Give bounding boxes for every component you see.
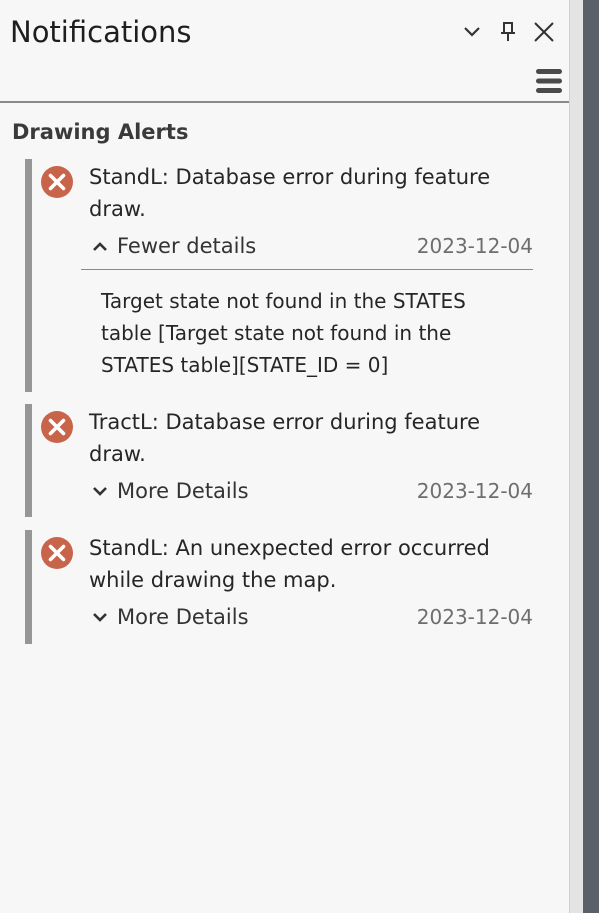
chevron-down-icon <box>93 487 107 496</box>
more-details-toggle[interactable]: More Details <box>89 602 249 632</box>
toggle-label: Fewer details <box>117 234 257 258</box>
severity-bar <box>25 159 32 392</box>
notification-message: TractL: Database error during feature dr… <box>89 410 481 466</box>
notifications-pane: Notifications Drawing Alerts StandL: Dat… <box>0 0 570 913</box>
options-menu-button[interactable] <box>533 66 565 96</box>
close-button[interactable] <box>530 18 558 46</box>
splitter[interactable] <box>570 0 583 913</box>
header-divider <box>0 101 569 103</box>
adjacent-window-edge <box>583 0 599 913</box>
notification-details: Target state not found in the STATES tab… <box>101 289 466 377</box>
chevron-down-icon <box>93 613 107 622</box>
details-row: More Details 2023-12-04 <box>89 602 533 632</box>
close-icon <box>534 22 554 42</box>
hamburger-menu-icon <box>536 69 562 93</box>
toggle-label: More Details <box>117 605 249 629</box>
pane-title: Notifications <box>10 15 192 49</box>
section-title: Drawing Alerts <box>12 120 189 144</box>
notification-message: StandL: Database error during feature dr… <box>89 165 491 221</box>
more-details-toggle[interactable]: More Details <box>89 476 249 506</box>
dropdown-button[interactable] <box>458 18 486 46</box>
notification-date: 2023-12-04 <box>416 234 533 258</box>
details-row: More Details 2023-12-04 <box>89 476 533 506</box>
chevron-down-icon <box>464 27 480 37</box>
details-divider <box>81 269 533 270</box>
error-icon <box>41 537 73 569</box>
fewer-details-toggle[interactable]: Fewer details <box>89 231 256 261</box>
error-icon <box>41 411 73 443</box>
severity-bar <box>25 530 32 644</box>
notification-date: 2023-12-04 <box>416 479 533 503</box>
pin-button[interactable] <box>494 18 522 46</box>
notification-card: TractL: Database error during feature dr… <box>25 404 545 517</box>
severity-bar <box>25 404 32 517</box>
chevron-up-icon <box>93 242 107 251</box>
notification-message: StandL: An unexpected error occurred whi… <box>89 536 490 592</box>
toggle-label: More Details <box>117 479 249 503</box>
details-row: Fewer details 2023-12-04 <box>89 231 533 261</box>
pin-icon <box>501 22 515 41</box>
notification-card: StandL: An unexpected error occurred whi… <box>25 530 545 644</box>
notification-date: 2023-12-04 <box>416 605 533 629</box>
error-icon <box>41 166 73 198</box>
notification-card: StandL: Database error during feature dr… <box>25 159 545 392</box>
